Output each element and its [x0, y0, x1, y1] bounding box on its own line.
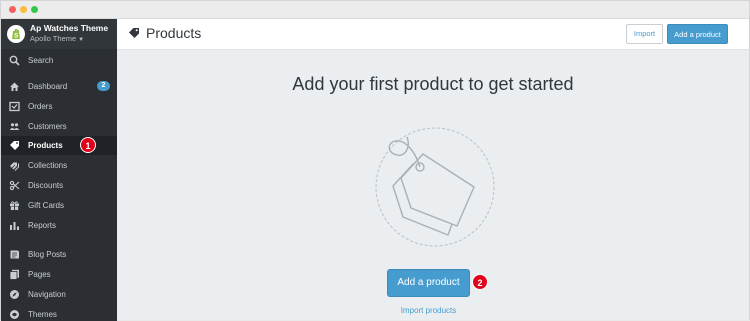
main-content: Products Import Add a product Add your f…: [117, 19, 749, 320]
search-icon: [9, 55, 20, 66]
add-product-main-button[interactable]: Add a product: [387, 269, 470, 297]
sidebar-item-blog-posts[interactable]: Blog Posts: [1, 245, 117, 264]
sidebar-item-label: Discounts: [28, 181, 64, 190]
reports-icon: [10, 222, 19, 230]
import-products-link[interactable]: Import products: [117, 306, 740, 315]
tag-icon: [129, 28, 139, 38]
sidebar-item-label: Search: [28, 56, 54, 65]
discounts-icon: [9, 180, 20, 191]
price-tag-illustration-icon: [375, 127, 495, 247]
sidebar-item-reports[interactable]: Reports: [1, 216, 117, 235]
svg-text:S: S: [14, 34, 18, 40]
add-product-button[interactable]: Add a product: [667, 24, 728, 44]
empty-state-title: Add your first product to get started: [292, 74, 574, 94]
sidebar-item-label: Themes: [28, 310, 57, 319]
store-switcher[interactable]: S Ap Watches Theme Apollo Theme ▼: [1, 19, 117, 49]
sidebar-item-label: Pages: [28, 270, 51, 279]
sidebar-item-label: Products: [28, 141, 63, 150]
store-theme: Apollo Theme ▼: [30, 34, 84, 43]
pages-icon: [9, 269, 19, 280]
sidebar-item-search[interactable]: Search: [1, 51, 117, 70]
store-theme-label: Apollo Theme: [30, 34, 77, 43]
blog-icon: [10, 250, 19, 259]
page-header: Products Import Add a product: [117, 19, 749, 50]
customers-icon: [9, 123, 20, 130]
sidebar-item-label: Dashboard: [28, 82, 68, 91]
sidebar-item-label: Navigation: [28, 290, 66, 299]
notification-badge: 2: [97, 81, 110, 91]
sidebar-item-label: Orders: [28, 102, 53, 111]
sidebar-item-collections[interactable]: Collections: [1, 156, 117, 175]
sidebar-item-label: Customers: [28, 122, 67, 131]
store-name: Ap Watches Theme: [30, 23, 109, 33]
sidebar-item-orders[interactable]: Orders: [1, 97, 117, 116]
step-marker-1: 1: [80, 137, 96, 153]
sidebar: S Ap Watches Theme Apollo Theme ▼ Search …: [1, 19, 117, 321]
sidebar-item-label: Collections: [28, 161, 68, 170]
sidebar-item-pages[interactable]: Pages: [1, 265, 117, 284]
app-window: S Ap Watches Theme Apollo Theme ▼ Search …: [0, 0, 750, 321]
sidebar-item-dashboard[interactable]: Dashboard 2: [1, 77, 117, 96]
step-marker-2: 2: [472, 274, 488, 290]
chevron-down-icon: ▼: [78, 37, 85, 43]
shopify-logo-icon: S: [7, 25, 25, 43]
sidebar-item-products[interactable]: Products: [1, 136, 117, 155]
orders-icon: [9, 101, 20, 112]
maximize-window-button[interactable]: [31, 6, 38, 13]
window-titlebar: [1, 1, 749, 19]
tag-icon: [10, 141, 19, 150]
sidebar-item-label: Reports: [28, 221, 57, 230]
sidebar-item-label: Blog Posts: [28, 250, 67, 259]
sidebar-item-themes[interactable]: Themes: [1, 305, 117, 321]
sidebar-item-gift-cards[interactable]: Gift Cards: [1, 196, 117, 215]
page-title: Products: [146, 25, 202, 41]
close-window-button[interactable]: [9, 6, 16, 13]
import-button[interactable]: Import: [626, 24, 663, 44]
gift-icon: [10, 201, 19, 210]
sidebar-item-label: Gift Cards: [28, 201, 65, 210]
sidebar-item-discounts[interactable]: Discounts: [1, 176, 117, 195]
minimize-window-button[interactable]: [20, 6, 27, 13]
sidebar-item-navigation[interactable]: Navigation: [1, 285, 117, 304]
home-icon: [10, 82, 19, 91]
collections-icon: [10, 162, 19, 171]
themes-icon: [10, 310, 19, 319]
sidebar-item-customers[interactable]: Customers: [1, 117, 117, 136]
navigation-icon: [10, 290, 19, 299]
